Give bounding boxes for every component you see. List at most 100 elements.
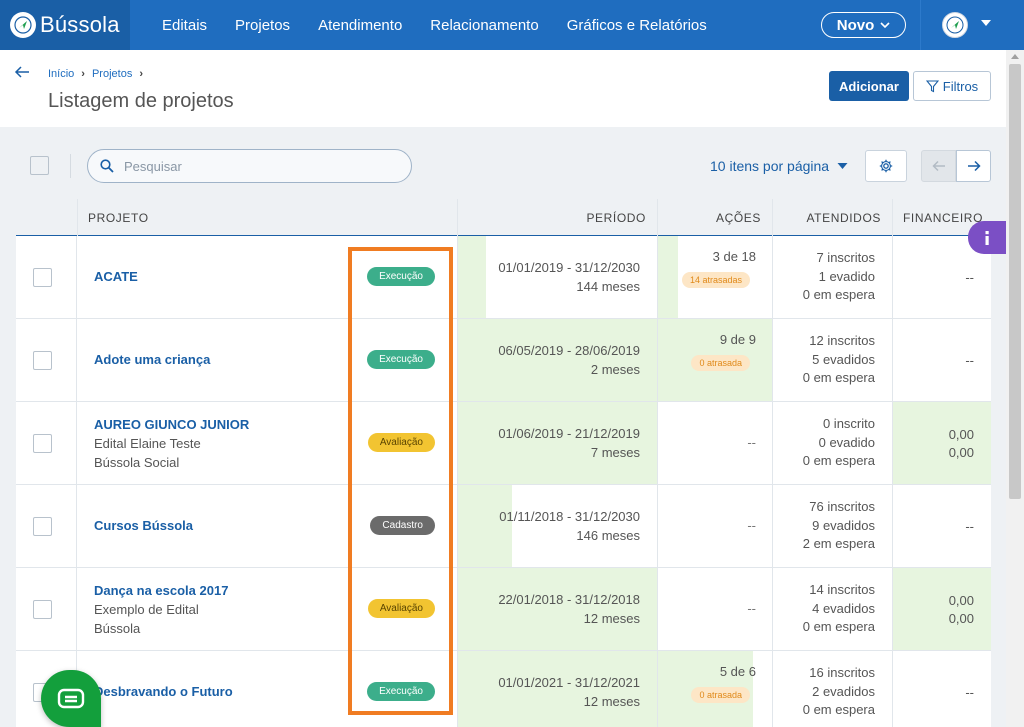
- dropout-count: 1 evadido: [818, 268, 875, 284]
- breadcrumb: Início › Projetos ›: [48, 68, 143, 80]
- nav-editais[interactable]: Editais: [162, 17, 207, 34]
- breadcrumb-projetos[interactable]: Projetos: [92, 68, 132, 80]
- actions-cell: --: [658, 485, 773, 567]
- period-duration: 2 meses: [590, 362, 640, 377]
- project-name[interactable]: ACATE: [94, 269, 138, 284]
- waiting-count: 0 em espera: [802, 370, 875, 385]
- actions-count: --: [747, 601, 756, 616]
- vertical-scrollbar[interactable]: [1006, 50, 1024, 727]
- project-cell: Adote uma criança Execução: [77, 319, 458, 401]
- caret-down-icon: [837, 163, 848, 169]
- novo-button[interactable]: Novo: [821, 12, 906, 38]
- financial-value-2: 0,00: [948, 611, 974, 626]
- project-name[interactable]: Desbravando o Futuro: [94, 684, 233, 699]
- filter-button[interactable]: Filtros: [913, 71, 991, 101]
- filter-label: Filtros: [942, 78, 979, 94]
- financial-value: --: [965, 353, 974, 368]
- add-button[interactable]: Adicionar: [829, 71, 909, 101]
- period-duration: 7 meses: [590, 445, 640, 460]
- navbar-divider: [920, 0, 921, 50]
- actions-count: --: [747, 435, 756, 450]
- info-tab-button[interactable]: [968, 221, 1006, 254]
- select-all-checkbox[interactable]: [30, 156, 49, 175]
- app-logo[interactable]: Bússola: [0, 0, 130, 50]
- breadcrumb-inicio[interactable]: Início: [48, 68, 74, 80]
- project-cell: Desbravando o Futuro Execução: [77, 651, 458, 727]
- project-organization: Bússola Social: [94, 455, 180, 470]
- project-name[interactable]: AUREO GIUNCO JUNIOR: [94, 417, 249, 432]
- period-dates: 22/01/2018 - 31/12/2018: [498, 592, 640, 607]
- financial-value-2: 0,00: [948, 445, 974, 460]
- nav-atendimento[interactable]: Atendimento: [318, 17, 402, 34]
- breadcrumb-separator: ›: [139, 68, 143, 80]
- late-actions-badge: 0 atrasada: [691, 355, 750, 371]
- financial-fill: [893, 568, 991, 650]
- project-edital: Exemplo de Edital: [94, 602, 199, 617]
- period-duration: 12 meses: [583, 694, 640, 709]
- table-settings-button[interactable]: [865, 150, 907, 182]
- waiting-count: 0 em espera: [802, 287, 875, 302]
- projects-table: PROJETO PERÍODO AÇÕES ATENDIDOS FINANCEI…: [16, 199, 991, 727]
- table-row[interactable]: AUREO GIUNCO JUNIOR Edital Elaine Teste …: [16, 402, 991, 485]
- chat-button[interactable]: [41, 670, 101, 727]
- enrolled-count: 16 inscritos: [809, 665, 875, 680]
- project-name[interactable]: Dança na escola 2017: [94, 583, 228, 598]
- header-projeto[interactable]: PROJETO: [77, 199, 458, 236]
- novo-label: Novo: [836, 16, 875, 34]
- previous-page-button[interactable]: [921, 150, 956, 182]
- table-row[interactable]: Adote uma criança Execução 06/05/2019 - …: [16, 319, 991, 402]
- nav-projetos[interactable]: Projetos: [235, 17, 290, 34]
- table-row[interactable]: ACATE Execução 01/01/2019 - 31/12/2030 1…: [16, 236, 991, 319]
- nav-graficos-relatorios[interactable]: Gráficos e Relatórios: [567, 17, 707, 34]
- project-name[interactable]: Cursos Bússola: [94, 518, 193, 533]
- user-avatar[interactable]: [942, 12, 968, 38]
- project-name[interactable]: Adote uma criança: [94, 352, 210, 367]
- row-checkbox[interactable]: [33, 600, 52, 619]
- search-box: [87, 149, 412, 183]
- dropout-count: 5 evadidos: [812, 351, 875, 367]
- search-input[interactable]: [124, 158, 384, 174]
- table-row[interactable]: Cursos Bússola Cadastro 01/11/2018 - 31/…: [16, 485, 991, 568]
- actions-progress-fill: [658, 236, 678, 318]
- header-atendidos[interactable]: ATENDIDOS: [773, 199, 893, 236]
- caret-down-icon[interactable]: [980, 18, 992, 28]
- header-periodo[interactable]: PERÍODO: [458, 199, 658, 236]
- waiting-count: 0 em espera: [802, 453, 875, 468]
- row-checkbox-cell: [16, 402, 77, 484]
- scrollbar-thumb[interactable]: [1009, 64, 1021, 499]
- financial-fill: [893, 402, 991, 484]
- arrow-right-icon: [967, 160, 981, 172]
- page-header: Início › Projetos › Listagem de projetos…: [0, 50, 1006, 127]
- actions-cell: 5 de 6 0 atrasada: [658, 651, 773, 727]
- financial-cell: 0,00 0,00: [893, 568, 991, 650]
- late-actions-badge: 0 atrasada: [691, 687, 750, 703]
- table-row[interactable]: Dança na escola 2017 Exemplo de Edital B…: [16, 568, 991, 651]
- row-checkbox[interactable]: [33, 351, 52, 370]
- page-title: Listagem de projetos: [48, 90, 234, 112]
- breadcrumb-separator: ›: [81, 68, 85, 80]
- late-actions-badge: 14 atrasadas: [681, 272, 750, 288]
- arrow-left-icon: [931, 160, 945, 172]
- project-cell: Dança na escola 2017 Exemplo de Edital B…: [77, 568, 458, 650]
- attended-cell: 7 inscritos 1 evadido 0 em espera: [773, 236, 893, 318]
- nav-relacionamento[interactable]: Relacionamento: [430, 17, 538, 34]
- period-cell: 01/06/2019 - 21/12/2019 7 meses: [458, 402, 658, 484]
- header-acoes[interactable]: AÇÕES: [658, 199, 773, 236]
- back-arrow-icon[interactable]: [14, 65, 30, 79]
- period-cell: 22/01/2018 - 31/12/2018 12 meses: [458, 568, 658, 650]
- row-checkbox[interactable]: [33, 517, 52, 536]
- enrolled-count: 0 inscrito: [822, 416, 875, 431]
- financial-value: 0,00: [948, 427, 974, 442]
- enrolled-count: 76 inscritos: [809, 499, 875, 514]
- actions-count: --: [747, 518, 756, 533]
- compass-icon: [946, 16, 964, 34]
- row-checkbox[interactable]: [33, 434, 52, 453]
- status-badge: Cadastro: [370, 516, 435, 535]
- financial-value: --: [965, 685, 974, 700]
- table-row[interactable]: Desbravando o Futuro Execução 01/01/2021…: [16, 651, 991, 727]
- items-per-page-select[interactable]: 10 itens por página: [710, 158, 848, 174]
- next-page-button[interactable]: [956, 150, 991, 182]
- project-cell: AUREO GIUNCO JUNIOR Edital Elaine Teste …: [77, 402, 458, 484]
- scroll-up-arrow[interactable]: [1011, 54, 1019, 59]
- row-checkbox[interactable]: [33, 268, 52, 287]
